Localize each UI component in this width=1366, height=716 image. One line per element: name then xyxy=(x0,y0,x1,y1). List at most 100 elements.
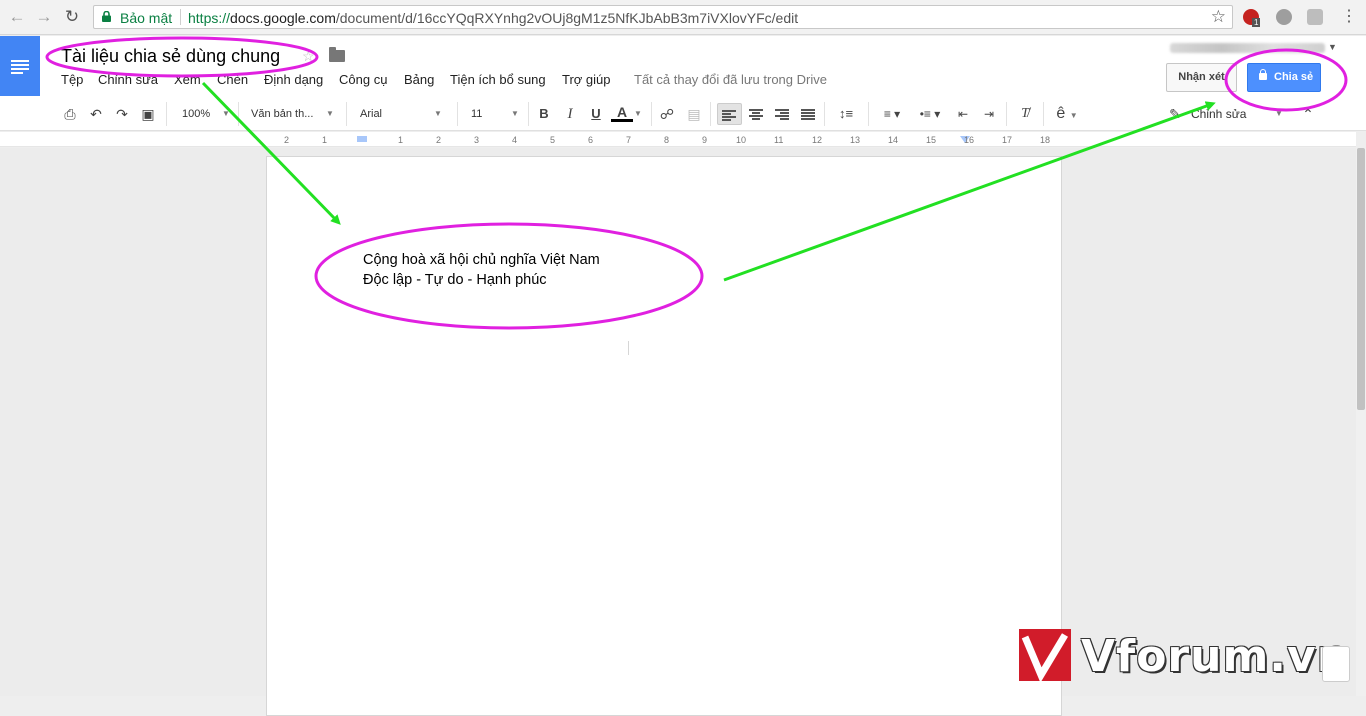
docs-logo-icon[interactable] xyxy=(0,36,40,96)
toolbar-divider xyxy=(528,102,529,126)
ruler-tick: 2 xyxy=(284,135,290,145)
font-value: Arial xyxy=(360,108,383,120)
adblock-extension-icon[interactable]: 1 xyxy=(1243,9,1261,27)
input-tools-button[interactable]: ê ▼ xyxy=(1050,103,1084,125)
extension-icon[interactable] xyxy=(1276,9,1292,25)
ruler-tick: 8 xyxy=(664,135,670,145)
input-tools-label: ê xyxy=(1056,105,1066,122)
browser-toolbar: ← → ↻ Bảo mật https://docs.google.com/do… xyxy=(0,0,1366,35)
ruler-tick: 11 xyxy=(774,135,784,145)
url-scheme: https:// xyxy=(188,10,231,26)
menu-edit[interactable]: Chỉnh sửa xyxy=(98,72,158,87)
bookmark-star-icon[interactable]: ☆ xyxy=(1211,7,1226,27)
document-text-line[interactable]: Độc lập - Tự do - Hạnh phúc xyxy=(363,272,547,288)
horizontal-ruler[interactable]: 2 1 1 2 3 4 5 6 7 8 9 10 11 12 13 14 15 … xyxy=(0,132,1356,147)
menu-tools[interactable]: Công cụ xyxy=(339,72,387,87)
toolbar-divider xyxy=(166,102,167,126)
bold-button[interactable]: B xyxy=(535,103,553,125)
reload-icon[interactable]: ↻ xyxy=(61,6,83,28)
ruler-tick: 10 xyxy=(736,135,747,145)
text-color-button[interactable]: A xyxy=(611,103,633,122)
paragraph-style-select[interactable]: Văn bản th... ▼ xyxy=(251,103,335,125)
url-text[interactable]: https://docs.google.com/document/d/16ccY… xyxy=(188,10,798,26)
editing-mode-value: Chỉnh sửa xyxy=(1191,107,1247,121)
menu-view[interactable]: Xem xyxy=(174,72,201,87)
toolbar-divider xyxy=(238,102,239,126)
left-indent-marker[interactable] xyxy=(357,136,367,142)
vforum-logo-icon xyxy=(1019,629,1071,681)
print-icon[interactable]: ⎙ xyxy=(60,103,80,125)
account-email-blurred[interactable] xyxy=(1170,43,1325,53)
italic-button[interactable]: I xyxy=(561,103,579,125)
toolbar-divider xyxy=(1006,102,1007,126)
ruler-tick: 14 xyxy=(888,135,899,145)
folder-icon[interactable] xyxy=(329,47,345,62)
menu-insert[interactable]: Chèn xyxy=(217,72,248,87)
bulleted-list-icon[interactable]: •≡ ▾ xyxy=(913,103,947,125)
redo-icon[interactable]: ↷ xyxy=(112,103,132,125)
menu-addons[interactable]: Tiện ích bổ sung xyxy=(450,72,546,87)
numbered-list-icon[interactable]: ≡ ▾ xyxy=(875,103,909,125)
menu-help[interactable]: Trợ giúp xyxy=(562,72,611,87)
ruler-tick: 5 xyxy=(550,135,556,145)
secure-label: Bảo mật xyxy=(120,10,173,26)
underline-button[interactable]: U xyxy=(587,103,605,125)
align-center-button[interactable] xyxy=(746,103,766,125)
toolbar-divider xyxy=(868,102,869,126)
comment-add-icon[interactable]: ▤ xyxy=(684,103,704,125)
vertical-scrollbar[interactable] xyxy=(1356,148,1366,696)
comments-button[interactable]: Nhận xét xyxy=(1166,63,1237,92)
ruler-tick: 7 xyxy=(626,135,632,145)
justify-button[interactable] xyxy=(798,103,818,125)
paint-format-icon[interactable]: ▣ xyxy=(138,103,158,125)
document-text-line[interactable]: Cộng hoà xã hội chủ nghĩa Việt Nam xyxy=(363,252,600,268)
font-size-select[interactable]: 11 ▼ xyxy=(471,103,521,125)
toolbar-divider xyxy=(710,102,711,126)
docs-header: Tài liệu chia sẻ dùng chung ☆ Tệp Chỉnh … xyxy=(0,36,1366,96)
zoom-value: 100% xyxy=(182,108,211,120)
menu-format[interactable]: Định dạng xyxy=(264,72,323,87)
extension-icon[interactable] xyxy=(1307,9,1323,25)
account-caret-icon[interactable]: ▼ xyxy=(1328,42,1337,52)
justify-icon xyxy=(801,109,815,120)
document-title[interactable]: Tài liệu chia sẻ dùng chung xyxy=(61,46,280,67)
document-page[interactable]: Cộng hoà xã hội chủ nghĩa Việt Nam Độc l… xyxy=(266,156,1062,716)
align-center-icon xyxy=(749,109,763,120)
watermark-text: Vforum.vn xyxy=(1081,631,1350,682)
star-icon[interactable]: ☆ xyxy=(302,48,315,65)
scrollbar-thumb[interactable] xyxy=(1357,148,1365,410)
editing-mode-select[interactable]: Chỉnh sửa ▼ xyxy=(1191,103,1283,125)
menu-file[interactable]: Tệp xyxy=(61,72,83,87)
align-left-button[interactable] xyxy=(717,103,742,125)
ruler-tick: 12 xyxy=(812,135,823,145)
ruler-tick: 18 xyxy=(1040,135,1051,145)
toolbar-divider xyxy=(651,102,652,126)
align-right-button[interactable] xyxy=(772,103,792,125)
collapse-toolbar-icon[interactable]: ⌃ xyxy=(1299,103,1317,125)
toolbar-divider xyxy=(824,102,825,126)
address-bar[interactable]: Bảo mật https://docs.google.com/document… xyxy=(93,5,1233,29)
font-size-value: 11 xyxy=(471,108,483,120)
share-button[interactable]: Chia sẻ xyxy=(1247,63,1321,92)
menu-table[interactable]: Bảng xyxy=(404,72,434,87)
chevron-down-icon: ▼ xyxy=(1069,111,1078,120)
increase-indent-icon[interactable]: ⇥ xyxy=(979,103,999,125)
save-status[interactable]: Tất cả thay đổi đã lưu trong Drive xyxy=(634,72,827,87)
font-select[interactable]: Arial ▼ xyxy=(360,103,444,125)
line-spacing-icon[interactable]: ↕≡ xyxy=(831,103,861,125)
link-icon[interactable]: ☍ xyxy=(657,103,677,125)
pencil-icon[interactable]: ✎ xyxy=(1167,103,1183,125)
chrome-menu-icon[interactable]: ⋮ xyxy=(1338,6,1360,28)
back-arrow-icon[interactable]: ← xyxy=(6,6,28,28)
chevron-down-icon: ▼ xyxy=(326,109,334,118)
decrease-indent-icon[interactable]: ⇤ xyxy=(953,103,973,125)
chevron-down-icon[interactable]: ▼ xyxy=(634,103,642,125)
align-left-icon xyxy=(722,110,736,121)
zoom-select[interactable]: 100% ▼ xyxy=(182,103,232,125)
explore-button[interactable] xyxy=(1322,646,1350,682)
lock-icon xyxy=(102,11,111,22)
align-right-icon xyxy=(775,109,789,120)
clear-formatting-icon[interactable]: T̸ xyxy=(1014,103,1036,125)
forward-arrow-icon[interactable]: → xyxy=(33,6,55,28)
undo-icon[interactable]: ↶ xyxy=(86,103,106,125)
